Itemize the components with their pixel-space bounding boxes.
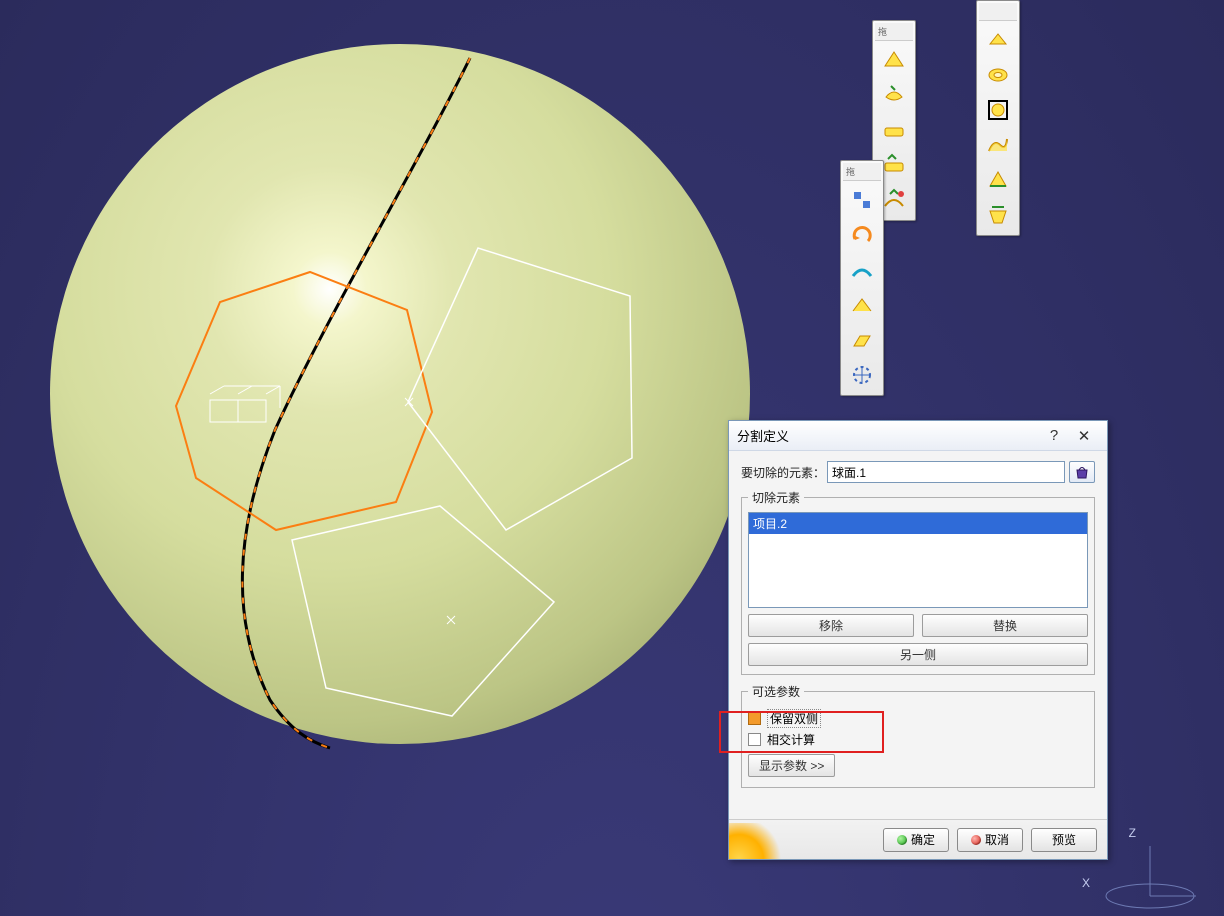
tool-axis-icon[interactable] — [845, 358, 879, 392]
toolbar-grip[interactable] — [979, 3, 1017, 21]
cancel-dot-icon — [971, 835, 981, 845]
cutting-elements-group: 切除元素 项目.2 移除 替换 另一侧 — [741, 489, 1095, 675]
split-definition-dialog: 分割定义 ? ✕ 要切除的元素： 切除元素 项目.2 移除 替换 另一侧 — [728, 420, 1108, 860]
element-to-cut-label: 要切除的元素： — [741, 464, 827, 481]
tool-sphere-icon[interactable] — [981, 93, 1015, 127]
sphere-surface — [50, 44, 750, 744]
tool-affinity-icon[interactable] — [845, 323, 879, 357]
list-item[interactable]: 项目.2 — [749, 513, 1087, 534]
toolbar-surface-c[interactable] — [976, 0, 1020, 236]
dialog-titlebar[interactable]: 分割定义 ? ✕ — [729, 421, 1107, 451]
tool-untrim-icon[interactable] — [877, 113, 911, 147]
toolbar-grip[interactable]: 拖 — [843, 163, 881, 181]
other-side-button[interactable]: 另一侧 — [748, 643, 1088, 666]
dialog-footer: 确定 取消 预览 — [729, 819, 1107, 859]
remove-button[interactable]: 移除 — [748, 614, 914, 637]
tool-extrude-icon[interactable] — [981, 23, 1015, 57]
bag-icon — [1074, 464, 1090, 480]
ok-dot-icon — [897, 835, 907, 845]
dialog-help-button[interactable]: ? — [1039, 426, 1069, 446]
tool-revolve-icon[interactable] — [981, 58, 1015, 92]
cutting-elements-list[interactable]: 项目.2 — [748, 512, 1088, 608]
optional-params-legend: 可选参数 — [748, 683, 804, 700]
ok-button[interactable]: 确定 — [883, 828, 949, 852]
tool-rotate-icon[interactable] — [845, 218, 879, 252]
annotation-highlight — [719, 711, 884, 753]
replace-button[interactable]: 替换 — [922, 614, 1088, 637]
element-to-cut-input[interactable] — [827, 461, 1065, 483]
sun-decoration-icon — [729, 823, 799, 859]
show-params-button[interactable]: 显示参数 >> — [748, 754, 835, 777]
tool-join-icon[interactable] — [877, 43, 911, 77]
tool-blend-icon[interactable] — [981, 198, 1015, 232]
dialog-close-button[interactable]: ✕ — [1069, 426, 1099, 446]
cancel-button[interactable]: 取消 — [957, 828, 1023, 852]
tool-symmetry-icon[interactable] — [845, 253, 879, 287]
tool-scaling-icon[interactable] — [845, 288, 879, 322]
tool-translate-icon[interactable] — [845, 183, 879, 217]
compass-z-label: Z — [1129, 826, 1136, 840]
preview-button[interactable]: 预览 — [1031, 828, 1097, 852]
tool-sweep-icon[interactable] — [981, 128, 1015, 162]
compass-x-label: X — [1082, 876, 1090, 890]
tool-fill-icon[interactable] — [981, 163, 1015, 197]
toolbar-surface-b[interactable]: 拖 — [840, 160, 884, 396]
tool-heal-icon[interactable] — [877, 78, 911, 112]
toolbar-grip[interactable]: 拖 — [875, 23, 913, 41]
compass: X Z — [1088, 854, 1178, 894]
dialog-title: 分割定义 — [737, 426, 1039, 445]
bag-icon-button[interactable] — [1069, 461, 1095, 483]
cutting-elements-legend: 切除元素 — [748, 489, 804, 506]
